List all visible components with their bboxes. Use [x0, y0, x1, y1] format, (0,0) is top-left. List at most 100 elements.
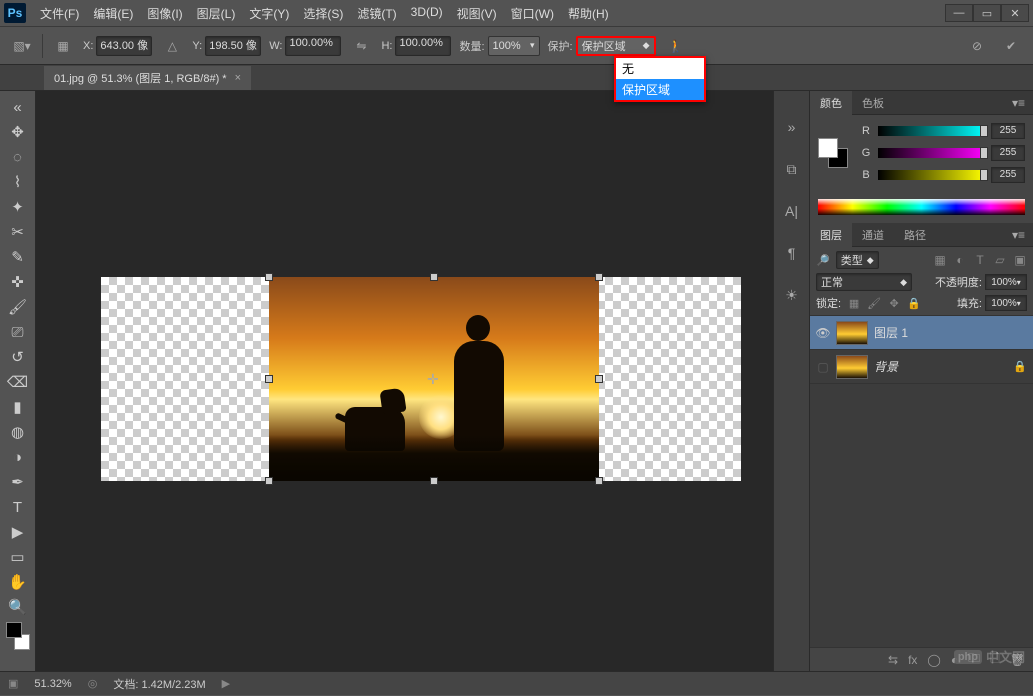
layers-menu-icon[interactable]: ▾≡ — [1004, 224, 1033, 246]
foreground-swatch[interactable] — [6, 622, 22, 638]
document-canvas[interactable]: ✛ — [101, 277, 741, 481]
transform-handle-br[interactable] — [595, 477, 603, 485]
layer-name[interactable]: 图层 1 — [874, 324, 908, 341]
transform-handle-tr[interactable] — [595, 273, 603, 281]
g-thumb[interactable] — [980, 147, 988, 159]
tab-color[interactable]: 颜色 — [810, 91, 852, 115]
layer-thumbnail[interactable] — [836, 355, 868, 379]
tab-channels[interactable]: 通道 — [852, 223, 894, 247]
r-thumb[interactable] — [980, 125, 988, 137]
b-value[interactable]: 255 — [991, 167, 1025, 183]
panel-swatches[interactable] — [818, 138, 848, 168]
transform-handle-bl[interactable] — [265, 477, 273, 485]
dodge-tool-icon[interactable]: ◑ — [6, 445, 30, 469]
layer-thumbnail[interactable] — [836, 321, 868, 345]
stamp-tool-icon[interactable]: ⎚ — [6, 320, 30, 344]
blend-mode-select[interactable]: 正常◆ — [816, 273, 912, 291]
marquee-tool-icon[interactable]: ◌ — [6, 145, 30, 169]
move-tool-icon[interactable]: ✥ — [6, 120, 30, 144]
tab-layers[interactable]: 图层 — [810, 223, 852, 247]
cancel-icon[interactable]: ⊘ — [965, 34, 989, 58]
filter-smart-icon[interactable]: ▣ — [1013, 253, 1027, 267]
color-swatches[interactable] — [4, 622, 32, 650]
menu-filter[interactable]: 滤镜(T) — [351, 2, 402, 25]
transform-handle-tl[interactable] — [265, 273, 273, 281]
lock-all-icon[interactable]: 🔒 — [907, 297, 921, 310]
canvas-area[interactable]: ✛ — [36, 91, 773, 671]
eraser-tool-icon[interactable]: ⌫ — [6, 370, 30, 394]
close-button[interactable]: ✕ — [1001, 4, 1029, 22]
close-tab-icon[interactable]: × — [235, 72, 241, 84]
type-tool-icon[interactable]: T — [6, 495, 30, 519]
character-icon[interactable]: A| — [780, 199, 804, 223]
eyedropper-tool-icon[interactable]: ✎ — [6, 245, 30, 269]
link-layers-icon[interactable]: ⇆ — [888, 653, 898, 667]
paragraph-icon[interactable]: ¶ — [780, 241, 804, 265]
collapse-icon[interactable]: « — [6, 95, 30, 119]
menu-view[interactable]: 视图(V) — [451, 2, 503, 25]
layer-mask-icon[interactable]: ◯ — [927, 653, 940, 667]
layer-row-1[interactable]: 👁 图层 1 — [810, 316, 1033, 350]
histogram-icon[interactable]: ⧉ — [780, 157, 804, 181]
menu-window[interactable]: 窗口(W) — [505, 2, 560, 25]
history-brush-tool-icon[interactable]: ↺ — [6, 345, 30, 369]
r-value[interactable]: 255 — [991, 123, 1025, 139]
delta-icon[interactable]: △ — [160, 34, 184, 58]
menu-edit[interactable]: 编辑(E) — [87, 2, 139, 25]
transform-center-icon[interactable]: ✛ — [427, 371, 439, 388]
skin-protect-icon[interactable]: 🚶 — [664, 34, 688, 58]
transform-handle-mr[interactable] — [595, 375, 603, 383]
lasso-tool-icon[interactable]: ⌇ — [6, 170, 30, 194]
menu-help[interactable]: 帮助(H) — [562, 2, 615, 25]
menu-layer[interactable]: 图层(L) — [191, 2, 242, 25]
blur-tool-icon[interactable]: ◍ — [6, 420, 30, 444]
status-target-icon[interactable]: ◎ — [88, 677, 98, 690]
r-slider[interactable] — [878, 126, 985, 136]
reference-point-icon[interactable]: ▦ — [51, 34, 75, 58]
minimize-button[interactable]: — — [945, 4, 973, 22]
doc-info[interactable]: 文档: 1.42M/2.23M — [113, 676, 205, 692]
layer-kind-select[interactable]: 类型◆ — [836, 251, 879, 269]
panel-fg-swatch[interactable] — [818, 138, 838, 158]
zoom-value[interactable]: 51.32% — [34, 678, 71, 690]
lock-pixels-icon[interactable]: 🖌 — [867, 297, 881, 310]
visibility-toggle-icon[interactable]: ▢ — [816, 360, 830, 374]
dropdown-item-protect[interactable]: 保护区域 — [616, 79, 704, 100]
protect-select[interactable]: 保护区域 ◆ — [576, 36, 656, 56]
adjustments-icon[interactable]: ☀ — [780, 283, 804, 307]
pen-tool-icon[interactable]: ✒ — [6, 470, 30, 494]
status-fullscreen-icon[interactable]: ▣ — [8, 677, 18, 690]
transform-handle-ml[interactable] — [265, 375, 273, 383]
menu-select[interactable]: 选择(S) — [297, 2, 349, 25]
wand-tool-icon[interactable]: ✦ — [6, 195, 30, 219]
g-slider[interactable] — [878, 148, 985, 158]
quantity-select[interactable]: 100% ▾ — [488, 36, 540, 56]
spectrum-bar[interactable] — [818, 199, 1025, 215]
h-input[interactable]: 100.00% — [395, 36, 451, 56]
zoom-tool-icon[interactable]: 🔍 — [6, 595, 30, 619]
visibility-toggle-icon[interactable]: 👁 — [816, 326, 830, 340]
g-value[interactable]: 255 — [991, 145, 1025, 161]
new-layer-icon[interactable]: 🗋 — [990, 649, 1000, 670]
y-input[interactable]: 198.50 像 — [205, 36, 261, 56]
tool-preset-icon[interactable]: ▧▾ — [10, 34, 34, 58]
layer-name[interactable]: 背景 — [874, 358, 898, 375]
dropdown-item-none[interactable]: 无 — [616, 58, 704, 79]
document-tab[interactable]: 01.jpg @ 51.3% (图层 1, RGB/8#) * × — [44, 66, 251, 90]
filter-pixel-icon[interactable]: ▦ — [933, 253, 947, 267]
adjustment-layer-icon[interactable]: ◐ — [951, 653, 958, 667]
menu-file[interactable]: 文件(F) — [34, 2, 85, 25]
b-slider[interactable] — [878, 170, 985, 180]
fill-input[interactable]: 100%▾ — [985, 295, 1027, 311]
menu-3d[interactable]: 3D(D) — [405, 2, 449, 25]
gradient-tool-icon[interactable]: ▮ — [6, 395, 30, 419]
opacity-input[interactable]: 100%▾ — [985, 274, 1027, 290]
commit-icon[interactable]: ✔ — [999, 34, 1023, 58]
link-icon[interactable]: ⇋ — [349, 34, 373, 58]
menu-image[interactable]: 图像(I) — [141, 2, 188, 25]
layer-style-icon[interactable]: fx — [908, 653, 917, 667]
b-thumb[interactable] — [980, 169, 988, 181]
tab-swatches[interactable]: 色板 — [852, 91, 894, 115]
filter-type-icon[interactable]: T — [973, 253, 987, 267]
shape-tool-icon[interactable]: ▭ — [6, 545, 30, 569]
